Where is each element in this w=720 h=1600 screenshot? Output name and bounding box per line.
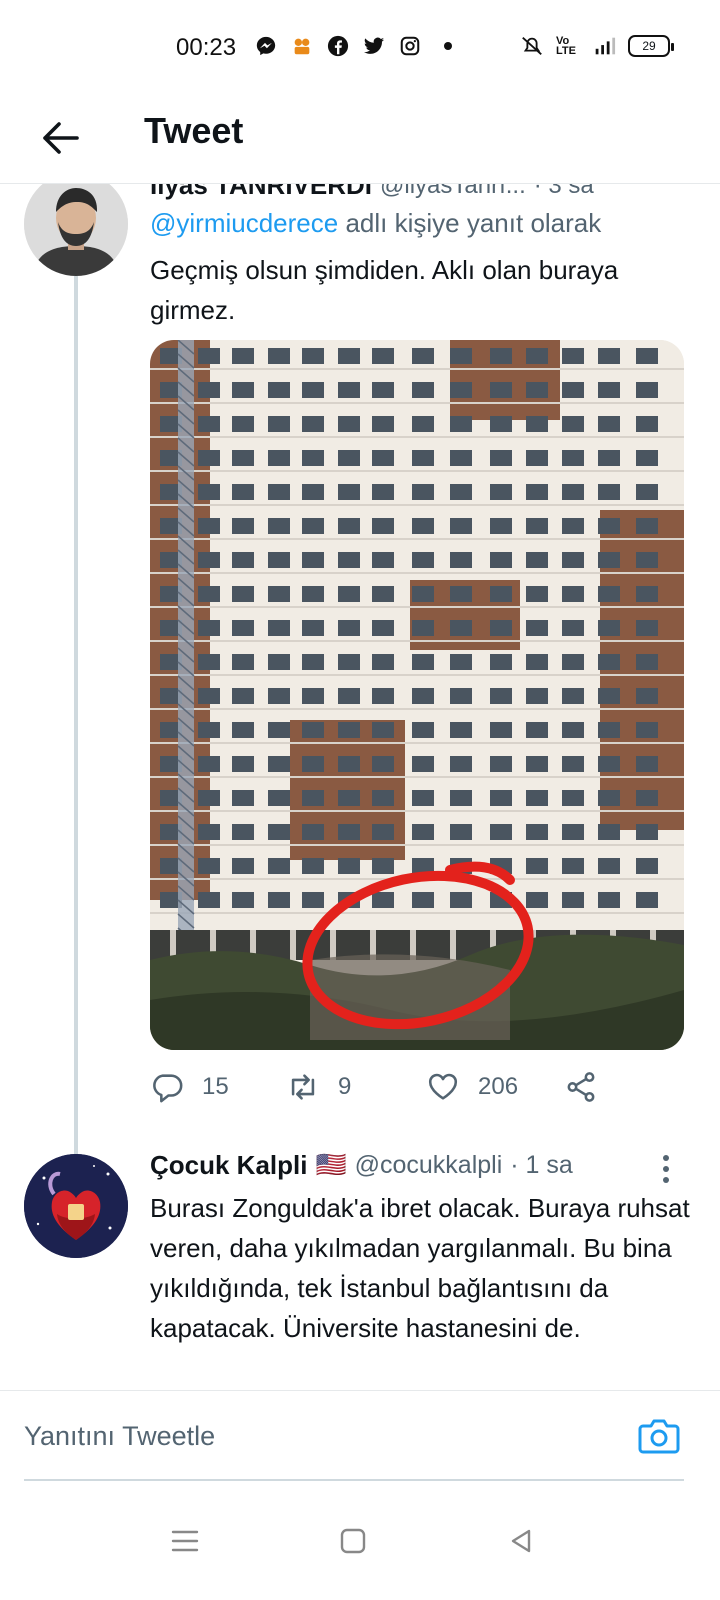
avatar[interactable] (24, 1154, 128, 1258)
home-button[interactable] (328, 1516, 378, 1566)
menu-icon (171, 1530, 199, 1552)
app-header: Tweet (0, 96, 720, 184)
reply-button[interactable]: 15 (150, 1070, 229, 1104)
status-time: 00:23 (176, 34, 237, 61)
retweet-count: 9 (338, 1073, 352, 1100)
tweet-actions: 15 9 206 (150, 1070, 690, 1110)
instagram-icon (398, 34, 422, 58)
facebook-icon (326, 34, 350, 58)
page-title: Tweet (144, 110, 244, 151)
retweet-button[interactable]: 9 (286, 1070, 351, 1104)
tweet-thread[interactable]: İlyas TANRIVERDİ @ilyasTanrı... · 3 sa @… (0, 184, 720, 1390)
more-options-icon[interactable] (656, 1152, 676, 1186)
reply-icon (153, 1074, 183, 1103)
back-button[interactable] (30, 108, 90, 168)
flag-us-icon: 🇺🇸 (315, 1151, 347, 1179)
mute-icon (520, 34, 544, 58)
share-icon (567, 1072, 595, 1102)
tweet-header: Çocuk Kalpli 🇺🇸 @cocukkalpli · 1 sa (150, 1150, 573, 1181)
tweet-time: · 3 sa (533, 184, 594, 199)
square-icon (340, 1528, 366, 1554)
share-button[interactable] (564, 1070, 598, 1104)
battery-icon: 29 (628, 35, 674, 57)
camera-button[interactable] (634, 1411, 684, 1461)
input-underline (24, 1479, 684, 1481)
back-nav-button[interactable] (496, 1516, 546, 1566)
author-handle[interactable]: @ilyasTanrı... (380, 184, 526, 200)
author-name[interactable]: İlyas TANRIVERDİ (150, 184, 372, 201)
retweet-icon (291, 1074, 315, 1100)
video-app-icon (290, 34, 314, 58)
menu-button[interactable] (160, 1516, 210, 1566)
system-nav-bar (0, 1486, 720, 1600)
reply-context: @yirmiucderece adlı kişiye yanıt olarak (150, 208, 601, 239)
system-icons: Vo LTE 29 (520, 34, 674, 58)
tweet-image[interactable] (150, 340, 684, 1050)
camera-icon (638, 1419, 680, 1454)
notification-icons (254, 34, 452, 58)
reply-input[interactable]: Yanıtını Tweetle (24, 1421, 215, 1452)
avatar[interactable] (24, 184, 128, 276)
building-photo (150, 340, 684, 1050)
author-name[interactable]: Çocuk Kalpli (150, 1150, 307, 1181)
reply-composer: Yanıtını Tweetle (0, 1390, 720, 1486)
reply-context-text: adlı kişiye yanıt olarak (345, 208, 602, 238)
author-handle[interactable]: @cocukkalpli (355, 1151, 503, 1180)
messenger-icon (254, 34, 278, 58)
signal-icon (592, 34, 616, 58)
tweet-time: · 1 sa (510, 1151, 573, 1179)
like-button[interactable]: 206 (426, 1070, 518, 1104)
arrow-left-icon (43, 122, 79, 154)
volte-icon: Vo LTE (556, 35, 576, 57)
tweet-text: Geçmiş olsun şimdiden. Aklı olan buraya … (150, 255, 619, 325)
heart-icon (428, 1073, 458, 1100)
twitter-icon (362, 34, 386, 58)
thread-connector-line (74, 272, 78, 1156)
tweet-header: İlyas TANRIVERDİ @ilyasTanrı... · 3 sa (150, 184, 594, 201)
like-count: 206 (478, 1073, 519, 1100)
tweet-text: Burası Zonguldak'a ibret olacak. Buraya … (150, 1193, 690, 1343)
more-notifications-dot (444, 42, 452, 50)
reply-count: 15 (202, 1073, 229, 1100)
status-bar: 00:23 Vo LTE 29 (0, 0, 720, 96)
reply-mention-link[interactable]: @yirmiucderece (150, 208, 338, 238)
triangle-back-icon (511, 1529, 531, 1553)
